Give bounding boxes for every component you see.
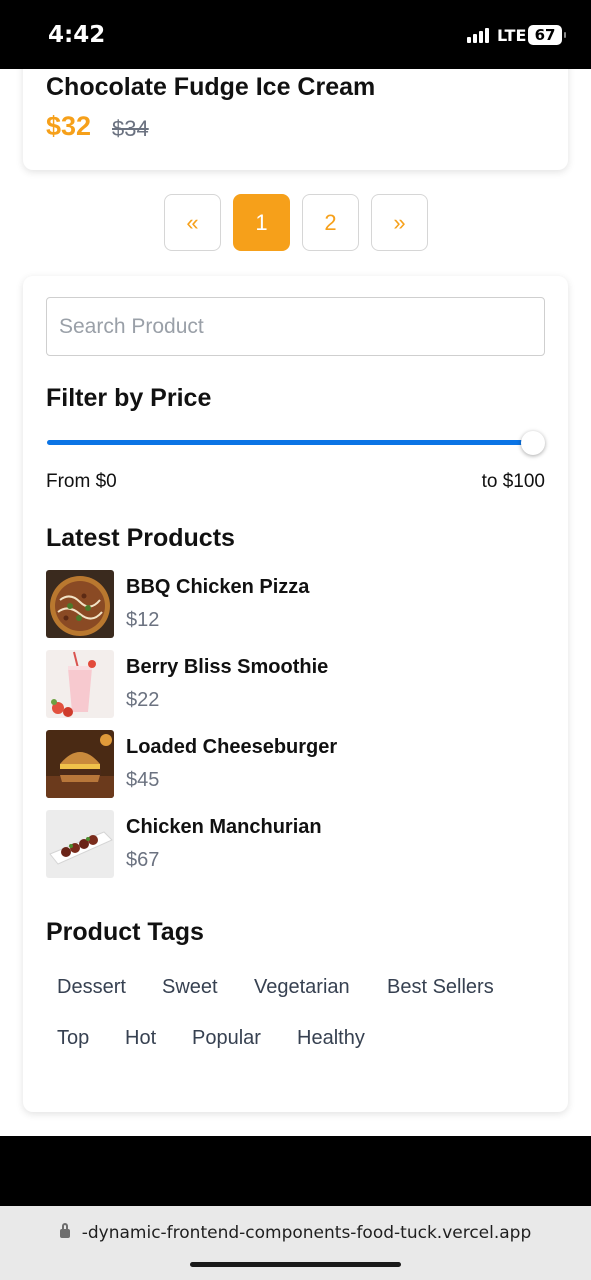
latest-product-item[interactable]: Berry Bliss Smoothie $22 [46, 650, 526, 730]
tag-healthy[interactable]: Healthy [286, 1018, 376, 1058]
network-label: LTE [497, 26, 527, 45]
price-range-to: to $100 [481, 471, 545, 492]
latest-product-name[interactable]: Loaded Cheeseburger [126, 736, 337, 759]
status-time: 4:42 [48, 22, 106, 48]
tag-hot[interactable]: Hot [114, 1018, 167, 1058]
browser-url-bar[interactable]: -dynamic-frontend-components-food-tuck.v… [0, 1206, 591, 1280]
tag-best-sellers[interactable]: Best Sellers [376, 967, 505, 1007]
tag-popular[interactable]: Popular [181, 1018, 272, 1058]
latest-product-price: $67 [126, 849, 160, 871]
latest-product-price: $12 [126, 609, 160, 631]
url-text-row[interactable]: -dynamic-frontend-components-food-tuck.v… [0, 1223, 591, 1243]
url-text[interactable]: -dynamic-frontend-components-food-tuck.v… [82, 1223, 532, 1243]
latest-product-name[interactable]: BBQ Chicken Pizza [126, 576, 309, 599]
manchurian-image[interactable] [46, 810, 114, 878]
home-indicator[interactable] [190, 1262, 401, 1267]
signal-icon [467, 28, 489, 43]
price-range-from: From $0 [46, 471, 117, 492]
product-tags-title: Product Tags [46, 918, 204, 946]
latest-product-item[interactable]: BBQ Chicken Pizza $12 [46, 570, 526, 650]
tag-dessert[interactable]: Dessert [46, 967, 137, 1007]
search-input[interactable] [46, 297, 545, 356]
filter-price-title: Filter by Price [46, 384, 212, 412]
page-button-1[interactable]: 1 [233, 194, 290, 251]
tag-sweet[interactable]: Sweet [151, 967, 229, 1007]
tag-top[interactable]: Top [46, 1018, 100, 1058]
price-slider-track[interactable] [47, 440, 533, 445]
latest-product-price: $45 [126, 769, 160, 791]
product-old-price: $34 [112, 116, 149, 141]
prev-page-button[interactable]: « [164, 194, 221, 251]
smoothie-image[interactable] [46, 650, 114, 718]
lock-icon [59, 1223, 70, 1238]
price-slider-thumb[interactable] [521, 431, 545, 455]
latest-product-item[interactable]: Loaded Cheeseburger $45 [46, 730, 526, 810]
latest-products-title: Latest Products [46, 524, 235, 552]
tag-vegetarian[interactable]: Vegetarian [243, 967, 361, 1007]
latest-product-item[interactable]: Chicken Manchurian $67 [46, 810, 526, 890]
pizza-image[interactable] [46, 570, 114, 638]
sidebar-card: Filter by Price From $0 to $100 Latest P… [23, 276, 568, 1112]
latest-products-list: BBQ Chicken Pizza $12 Berry Bliss Smooth… [46, 570, 526, 890]
product-price: $32 [46, 111, 92, 141]
latest-product-name[interactable]: Berry Bliss Smoothie [126, 656, 328, 679]
page-button-2[interactable]: 2 [302, 194, 359, 251]
latest-product-name[interactable]: Chicken Manchurian [126, 816, 322, 839]
burger-image[interactable] [46, 730, 114, 798]
status-bar: 4:42 LTE 67 [0, 0, 591, 69]
product-title[interactable]: Chocolate Fudge Ice Cream [46, 73, 375, 102]
latest-product-price: $22 [126, 689, 160, 711]
battery-icon: 67 [528, 25, 566, 45]
product-card[interactable]: Chocolate Fudge Ice Cream $32 $34 [23, 69, 568, 170]
page-footer [0, 1136, 591, 1206]
next-page-button[interactable]: » [371, 194, 428, 251]
pagination: « 1 2 » [164, 194, 428, 251]
page-content: Chocolate Fudge Ice Cream $32 $34 « 1 2 … [0, 69, 591, 1136]
